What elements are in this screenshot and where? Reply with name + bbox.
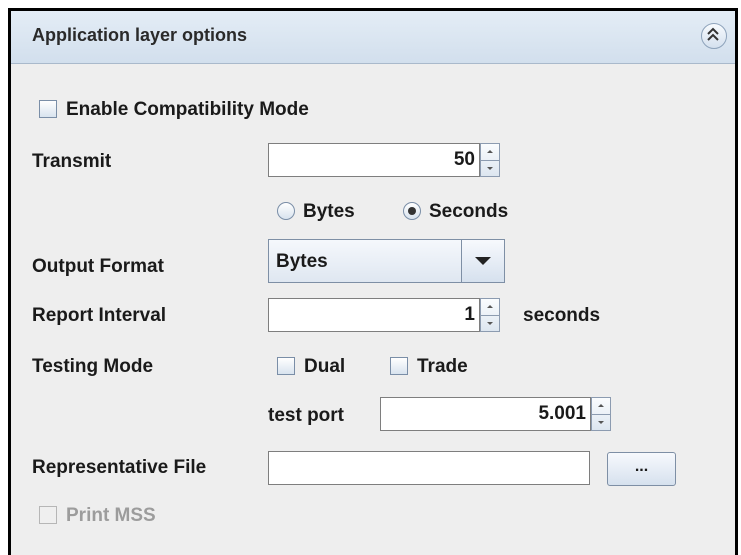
panel-title: Application layer options [32,25,248,45]
bytes-radio[interactable] [277,202,295,220]
representative-file-label: Representative File [32,457,207,478]
print-mss-checkbox [39,506,57,524]
output-format-dropdown[interactable]: Bytes [268,239,505,283]
trade-checkbox[interactable] [390,357,408,375]
report-interval-spinner[interactable] [480,298,500,332]
dropdown-arrow-icon[interactable] [461,240,504,282]
seconds-radio[interactable] [403,202,421,220]
representative-file-input[interactable] [268,451,590,485]
test-port-spinner[interactable] [591,397,611,431]
transmit-input[interactable]: 50 [268,143,480,177]
spinner-down-icon[interactable] [487,167,493,170]
testing-mode-label: Testing Mode [32,356,154,377]
bytes-radio-label[interactable]: Bytes [303,201,355,223]
spinner-down-icon[interactable] [487,322,493,325]
application-layer-options-panel: Application layer options Enable Compati… [8,8,738,555]
transmit-spinner[interactable] [480,143,500,177]
spinner-up-icon[interactable] [487,305,493,308]
output-format-value: Bytes [276,251,328,272]
spinner-down-icon[interactable] [598,421,604,424]
seconds-radio-label[interactable]: Seconds [429,201,508,223]
dual-checkbox[interactable] [277,357,295,375]
double-chevron-up-icon [707,27,719,41]
report-interval-input[interactable]: 1 [268,298,480,332]
spinner-up-icon[interactable] [487,150,493,153]
test-port-label: test port [268,405,344,426]
test-port-input[interactable]: 5.001 [380,397,591,431]
enable-compatibility-label[interactable]: Enable Compatibility Mode [66,99,309,121]
spinner-up-icon[interactable] [598,404,604,407]
collapse-button[interactable] [701,23,727,49]
dual-label[interactable]: Dual [304,356,345,378]
enable-compatibility-checkbox[interactable] [39,100,57,118]
report-interval-unit: seconds [523,305,601,326]
transmit-label: Transmit [32,151,112,172]
browse-button[interactable]: ... [607,452,676,486]
trade-label[interactable]: Trade [417,356,468,378]
report-interval-label: Report Interval [32,305,167,326]
panel-header[interactable]: Application layer options [11,11,735,64]
print-mss-label: Print MSS [66,505,156,526]
output-format-label: Output Format [32,256,164,277]
